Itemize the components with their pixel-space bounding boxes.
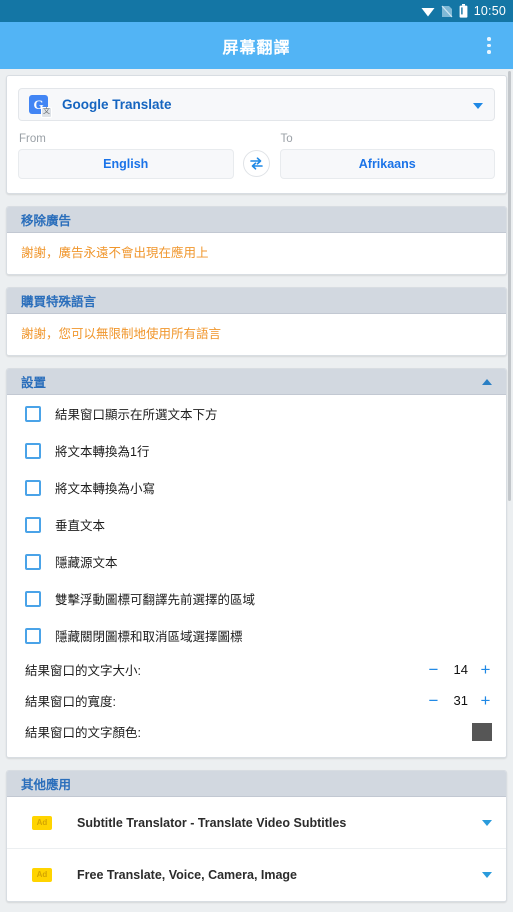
setting-checkbox-row[interactable]: 雙擊浮動圖標可翻譯先前選擇的區域 — [7, 580, 506, 617]
more-vert-icon[interactable] — [472, 22, 506, 69]
chevron-up-icon[interactable] — [482, 378, 492, 385]
language-selector-row: From English To Afrikaans — [18, 133, 495, 179]
settings-title: 設置 — [21, 376, 47, 390]
to-language-column: To Afrikaans — [279, 133, 495, 179]
text-color-row: 結果窗口的文字顏色: — [7, 716, 506, 747]
google-translate-icon: G — [29, 95, 52, 118]
ad-badge: Ad — [31, 868, 53, 882]
setting-checkbox-row[interactable]: 將文本轉換為1行 — [7, 432, 506, 469]
setting-checkbox-row[interactable]: 垂直文本 — [7, 506, 506, 543]
scroll-container[interactable]: G Google Translate From English To A — [0, 69, 513, 912]
color-swatch[interactable] — [472, 722, 492, 741]
chevron-down-icon[interactable] — [482, 872, 492, 878]
swap-languages-wrap — [234, 150, 280, 179]
remove-ads-message: 謝謝，廣告永遠不會出現在應用上 — [21, 246, 209, 260]
settings-card: 設置 結果窗口顯示在所選文本下方 將文本轉換為1行 將文本轉換為小寫 垂直文本 — [6, 368, 507, 758]
to-label: To — [280, 133, 293, 145]
checkbox[interactable] — [25, 442, 41, 459]
from-label: From — [19, 133, 46, 145]
setting-checkbox-row[interactable]: 結果窗口顯示在所選文本下方 — [7, 395, 506, 432]
checkbox-label: 隱藏關閉圖標和取消區域選擇圖標 — [55, 630, 243, 644]
swap-horizontal-icon[interactable] — [243, 150, 270, 177]
decrease-button[interactable]: − — [427, 661, 440, 678]
checkbox[interactable] — [25, 590, 41, 607]
setting-checkbox-row[interactable]: 將文本轉換為小寫 — [7, 469, 506, 506]
checkbox-label: 隱藏源文本 — [55, 556, 118, 570]
checkbox[interactable] — [25, 627, 41, 644]
font-size-label: 結果窗口的文字大小: — [25, 664, 141, 678]
remove-ads-card: 移除廣告 謝謝，廣告永遠不會出現在應用上 — [6, 206, 507, 275]
ad-badge: Ad — [31, 815, 53, 830]
remove-ads-title: 移除廣告 — [21, 214, 72, 228]
from-language-button[interactable]: English — [18, 149, 234, 179]
app-title: 屏幕翻譯 — [222, 39, 291, 57]
ad-badge-wrap: Ad — [7, 868, 77, 882]
buy-languages-card: 購買特殊語言 謝謝，您可以無限制地使用所有語言 — [6, 287, 507, 356]
status-bar: 10:50 — [0, 0, 513, 22]
status-bar-clock: 10:50 — [473, 4, 506, 18]
battery-icon — [459, 4, 468, 18]
remove-ads-body: 謝謝，廣告永遠不會出現在應用上 — [7, 233, 506, 274]
ad-title: Subtitle Translator - Translate Video Su… — [77, 815, 347, 830]
translation-provider-card: G Google Translate From English To A — [6, 75, 507, 194]
stepper-value: 14 — [453, 662, 468, 677]
settings-spacer — [7, 747, 506, 757]
chevron-down-icon[interactable] — [473, 102, 483, 109]
provider-name: Google Translate — [62, 97, 172, 112]
other-apps-card: 其他應用 Ad Subtitle Translator - Translate … — [6, 770, 507, 902]
vertical-scrollbar[interactable] — [508, 71, 511, 501]
buy-languages-title: 購買特殊語言 — [21, 295, 97, 309]
list-item[interactable]: Ad Subtitle Translator - Translate Video… — [7, 797, 506, 849]
no-sim-icon — [441, 5, 453, 18]
checkbox[interactable] — [25, 405, 41, 422]
buy-languages-header[interactable]: 購買特殊語言 — [7, 288, 506, 314]
remove-ads-header[interactable]: 移除廣告 — [7, 207, 506, 233]
increase-button[interactable]: + — [479, 661, 492, 678]
to-language-button[interactable]: Afrikaans — [279, 149, 495, 179]
increase-button[interactable]: + — [479, 692, 492, 709]
settings-header[interactable]: 設置 — [7, 369, 506, 395]
setting-checkbox-row[interactable]: 隱藏關閉圖標和取消區域選擇圖標 — [7, 617, 506, 654]
other-apps-title: 其他應用 — [21, 778, 72, 792]
checkbox[interactable] — [25, 516, 41, 533]
checkbox-label: 結果窗口顯示在所選文本下方 — [55, 408, 218, 422]
setting-checkbox-row[interactable]: 隱藏源文本 — [7, 543, 506, 580]
list-item[interactable]: Ad Free Translate, Voice, Camera, Image — [7, 849, 506, 901]
wifi-icon — [421, 6, 435, 17]
ad-badge-wrap: Ad — [7, 815, 77, 830]
window-width-stepper-row: 結果窗口的寬度: − 31 + — [7, 685, 506, 716]
other-apps-body: Ad Subtitle Translator - Translate Video… — [7, 797, 506, 901]
buy-languages-body: 謝謝，您可以無限制地使用所有語言 — [7, 314, 506, 355]
checkbox-label: 垂直文本 — [55, 519, 106, 533]
checkbox-label: 將文本轉換為1行 — [55, 445, 150, 459]
buy-languages-message: 謝謝，您可以無限制地使用所有語言 — [21, 327, 222, 341]
from-language-column: From English — [18, 133, 234, 179]
quantity-stepper: − 14 + — [427, 661, 492, 678]
stepper-value: 31 — [453, 693, 468, 708]
checkbox[interactable] — [25, 553, 41, 570]
checkbox-label: 將文本轉換為小寫 — [55, 482, 156, 496]
checkbox-label: 雙擊浮動圖標可翻譯先前選擇的區域 — [55, 593, 256, 607]
quantity-stepper: − 31 + — [427, 692, 492, 709]
text-color-label: 結果窗口的文字顏色: — [25, 726, 141, 740]
settings-body: 結果窗口顯示在所選文本下方 將文本轉換為1行 將文本轉換為小寫 垂直文本 隱藏源… — [7, 395, 506, 757]
font-size-stepper-row: 結果窗口的文字大小: − 14 + — [7, 654, 506, 685]
app-bar: 屏幕翻譯 — [0, 22, 513, 69]
ad-title: Free Translate, Voice, Camera, Image — [77, 868, 298, 882]
chevron-down-icon[interactable] — [482, 819, 492, 826]
window-width-label: 結果窗口的寬度: — [25, 695, 116, 709]
other-apps-header[interactable]: 其他應用 — [7, 771, 506, 797]
provider-select[interactable]: G Google Translate — [18, 88, 495, 121]
checkbox[interactable] — [25, 479, 41, 496]
decrease-button[interactable]: − — [427, 692, 440, 709]
